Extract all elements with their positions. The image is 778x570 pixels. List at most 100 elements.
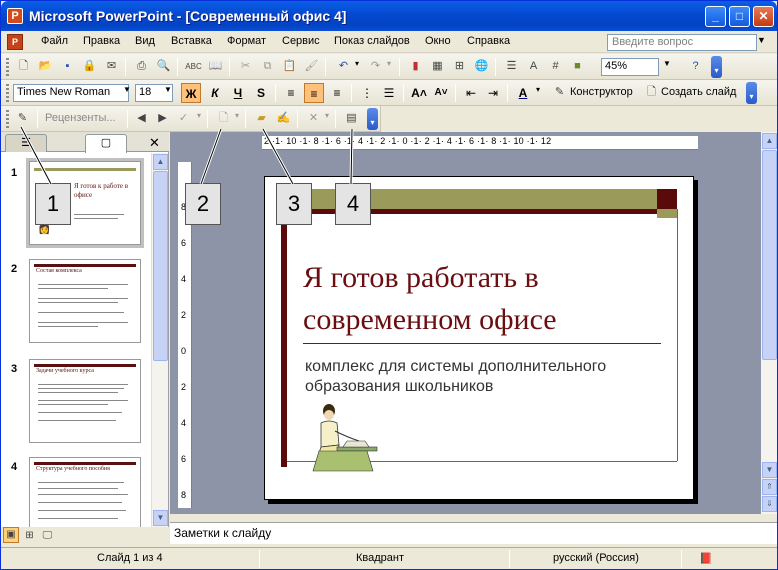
menu-edit[interactable]: Правка <box>83 35 120 47</box>
new-slide-button[interactable]: Создать слайд <box>661 86 736 98</box>
research-icon[interactable]: 📖 <box>207 58 224 75</box>
help-icon[interactable]: ? <box>687 58 704 75</box>
toolbar-grip[interactable] <box>6 84 9 102</box>
bullets-icon[interactable]: ☰ <box>379 83 399 103</box>
ask-dropdown-icon[interactable]: ▼ <box>757 35 766 45</box>
insert-chart-icon[interactable]: ▮ <box>407 58 424 75</box>
decrease-indent-icon[interactable]: ⇤ <box>461 83 481 103</box>
format-painter-icon[interactable]: 🖌 <box>303 58 320 75</box>
permission-icon[interactable]: 🔒 <box>81 58 98 75</box>
align-left-icon[interactable]: ≡ <box>281 83 301 103</box>
menu-file[interactable]: Файл <box>41 35 68 47</box>
reviewing-pane-icon[interactable]: ▤ <box>343 110 360 127</box>
slide-scrollbar[interactable]: ▲ ▼ ⇑ ⇓ <box>761 132 777 514</box>
tables-borders-icon[interactable]: ⊞ <box>451 58 468 75</box>
expand-all-icon[interactable]: ☰ <box>503 58 520 75</box>
delete-dropdown-icon[interactable]: ▾ <box>325 111 329 120</box>
cut-icon[interactable]: ✂ <box>237 58 254 75</box>
print-icon[interactable]: ⎙ <box>133 58 150 75</box>
scroll-up-icon[interactable]: ▲ <box>762 133 777 149</box>
new-slide-icon[interactable]: 🗋 <box>643 84 660 101</box>
maximize-button[interactable]: □ <box>729 6 750 27</box>
italic-button[interactable]: К <box>205 83 225 103</box>
unapply-dropdown-icon[interactable]: ▾ <box>235 111 239 120</box>
redo-dropdown-icon[interactable]: ▾ <box>387 59 391 68</box>
apply-change-icon[interactable]: ✓ <box>175 110 192 127</box>
zoom-dropdown-icon[interactable]: ▼ <box>663 59 671 68</box>
scroll-thumb[interactable] <box>153 171 168 361</box>
normal-view-icon[interactable]: ▣ <box>3 527 19 543</box>
apply-dropdown-icon[interactable]: ▾ <box>197 111 201 120</box>
align-center-icon[interactable]: ≡ <box>304 83 324 103</box>
shadow-button[interactable]: S <box>251 83 271 103</box>
paste-icon[interactable]: 📋 <box>281 58 298 75</box>
previous-item-icon[interactable]: ◀ <box>133 110 150 127</box>
align-right-icon[interactable]: ≡ <box>327 83 347 103</box>
color-grayscale-icon[interactable]: ■ <box>569 58 586 75</box>
menu-tools[interactable]: Сервис <box>282 35 320 47</box>
delete-comment-icon[interactable]: ✕ <box>305 110 322 127</box>
title-bar[interactable]: P Microsoft PowerPoint - [Современный оф… <box>1 1 777 31</box>
designer-icon[interactable]: ✎ <box>551 84 568 101</box>
slideshow-icon[interactable]: 🖵 <box>39 527 56 544</box>
zoom-combo[interactable]: 45% <box>601 58 659 76</box>
increase-indent-icon[interactable]: ⇥ <box>483 83 503 103</box>
redo-icon[interactable]: ↷ <box>367 58 384 75</box>
bold-button[interactable]: Ж <box>181 83 201 103</box>
scroll-thumb[interactable] <box>762 150 777 360</box>
menu-insert[interactable]: Вставка <box>171 35 212 47</box>
scroll-up-icon[interactable]: ▲ <box>153 154 168 170</box>
previous-slide-icon[interactable]: ⇑ <box>762 479 777 495</box>
print-preview-icon[interactable]: 🔍 <box>155 58 172 75</box>
open-icon[interactable]: 📂 <box>37 58 54 75</box>
font-name-dropdown-icon[interactable]: ▼ <box>123 85 131 94</box>
slide-subtitle[interactable]: комплекс для системы дополнительного обр… <box>305 357 665 397</box>
show-grid-icon[interactable]: # <box>547 58 564 75</box>
slide-title[interactable]: Я готов работать в современном офисе <box>303 257 663 341</box>
toolbar-options-icon[interactable]: ▾ <box>746 82 757 104</box>
menu-help[interactable]: Справка <box>467 35 510 47</box>
increase-font-icon[interactable]: A˄ <box>409 83 429 103</box>
markup-icon[interactable]: ✎ <box>14 110 31 127</box>
toolbar-grip[interactable] <box>6 110 9 128</box>
thumbnails-scrollbar[interactable]: ▲ ▼ <box>151 153 168 527</box>
document-icon[interactable]: P <box>7 34 23 50</box>
ask-question-input[interactable]: Введите вопрос <box>607 34 757 51</box>
designer-button[interactable]: Конструктор <box>570 86 633 98</box>
edit-comment-icon[interactable]: ✍ <box>275 110 292 127</box>
minimize-button[interactable]: _ <box>705 6 726 27</box>
reviewers-button[interactable]: Рецензенты... <box>45 112 116 124</box>
numbering-icon[interactable]: ⋮ <box>357 83 377 103</box>
underline-button[interactable]: Ч <box>228 83 248 103</box>
show-formatting-icon[interactable]: A <box>525 58 542 75</box>
menu-view[interactable]: Вид <box>135 35 155 47</box>
close-icon[interactable]: ✕ <box>149 135 160 151</box>
next-item-icon[interactable]: ▶ <box>154 110 171 127</box>
insert-table-icon[interactable]: ▦ <box>429 58 446 75</box>
powerpoint-app-icon[interactable]: P <box>7 8 23 24</box>
toolbar-options-icon[interactable]: ▾ <box>367 108 378 130</box>
unapply-change-icon[interactable]: 🗋 <box>215 110 232 127</box>
menu-slideshow[interactable]: Показ слайдов <box>334 35 410 47</box>
menu-window[interactable]: Окно <box>425 35 451 47</box>
new-icon[interactable]: 🗋 <box>15 58 32 75</box>
scroll-down-icon[interactable]: ▼ <box>153 510 168 526</box>
slide-thumbnail-4[interactable]: Структура учебного пособия <box>29 457 141 527</box>
slide-thumbnail-3[interactable]: Задачи учебного курса <box>29 359 141 443</box>
menu-format[interactable]: Формат <box>227 35 266 47</box>
decrease-font-icon[interactable]: A˅ <box>431 83 451 103</box>
undo-icon[interactable]: ↶ <box>335 58 352 75</box>
undo-dropdown-icon[interactable]: ▾ <box>355 59 359 68</box>
woman-at-desk-clipart[interactable] <box>307 401 379 477</box>
font-color-dropdown-icon[interactable]: ▾ <box>536 85 540 94</box>
close-button[interactable]: ✕ <box>753 6 774 27</box>
notes-pane[interactable]: Заметки к слайду <box>170 522 777 544</box>
insert-comment-icon[interactable]: ▰ <box>253 110 270 127</box>
copy-icon[interactable]: ⧉ <box>259 58 276 75</box>
slide-canvas[interactable]: Я готов работать в современном офисе ком… <box>264 176 694 500</box>
font-size-dropdown-icon[interactable]: ▼ <box>164 85 172 94</box>
tab-outline[interactable]: ☰ <box>5 134 47 152</box>
slide-thumbnail-2[interactable]: Состав комплекса <box>29 259 141 343</box>
toolbar-grip[interactable] <box>6 58 9 76</box>
font-color-icon[interactable]: A <box>513 83 533 103</box>
